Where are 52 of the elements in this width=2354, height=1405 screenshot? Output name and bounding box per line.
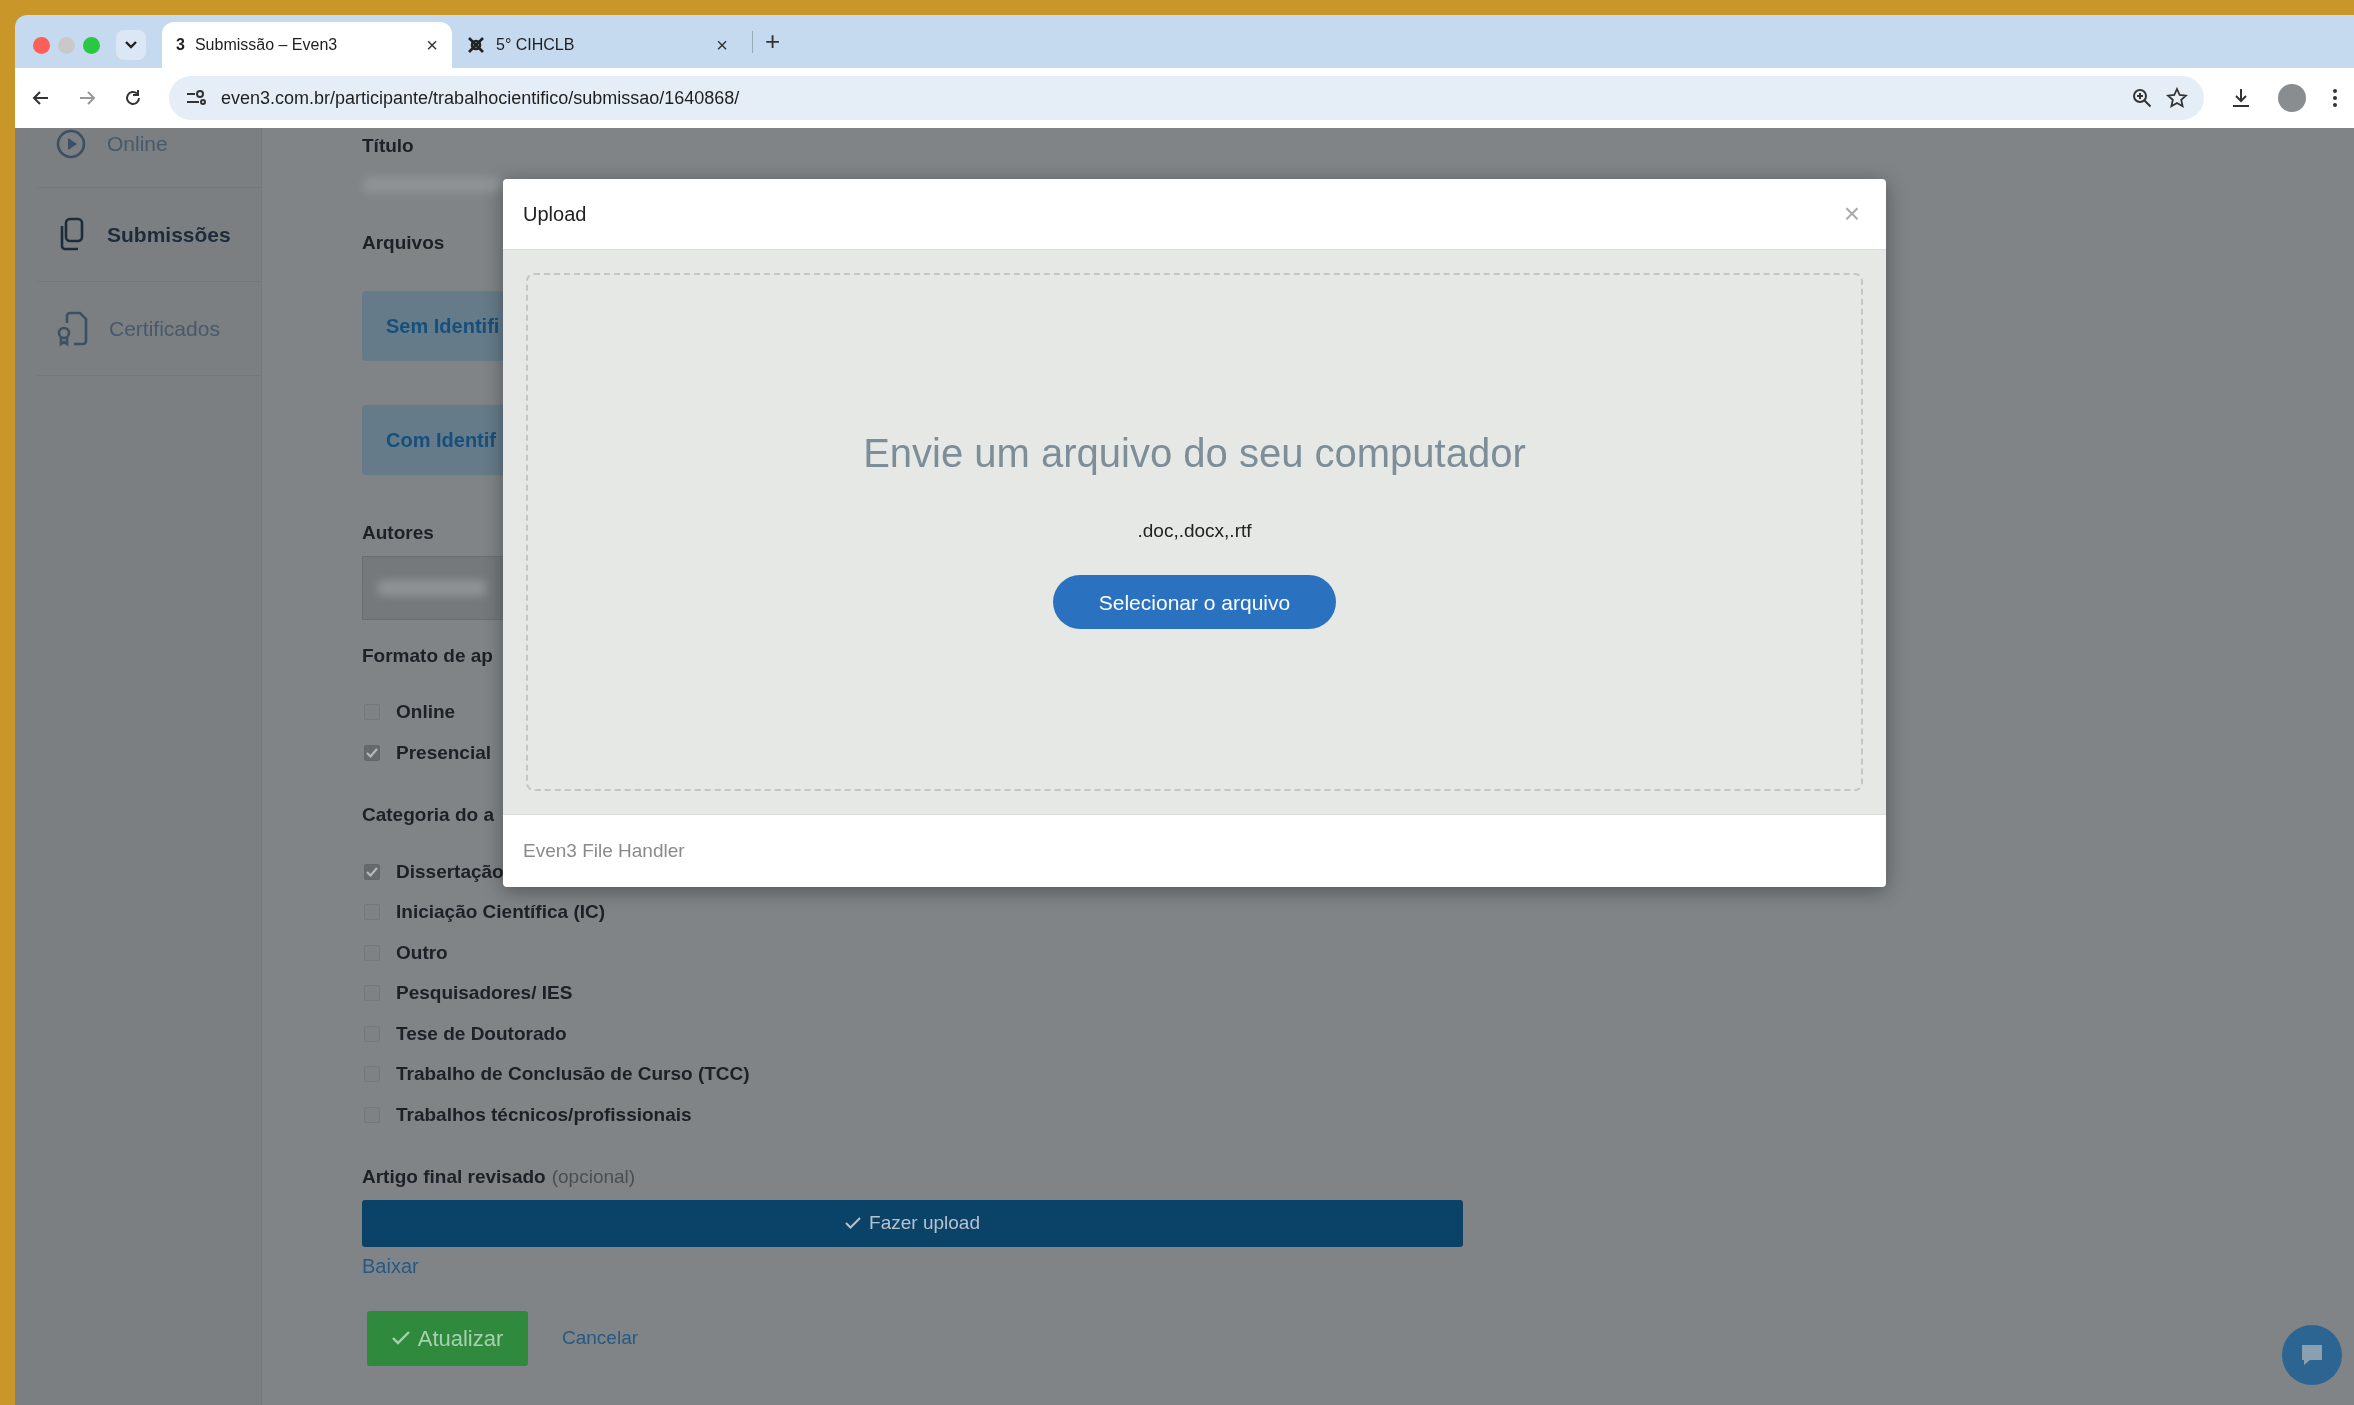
check-icon [391,1331,410,1345]
select-file-button[interactable]: Selecionar o arquivo [1053,575,1336,630]
checkbox-label: Trabalho de Conclusão de Curso (TCC) [396,1062,750,1086]
checkbox[interactable] [364,744,380,761]
chevron-down-icon [124,40,138,50]
file-drop-zone[interactable]: Envie um arquivo do seu computador .doc,.docx,.rtf Selecionar o arquivo [526,273,1863,791]
checkbox-label: Iniciação Científica (IC) [396,900,606,924]
site-settings-icon[interactable] [185,89,207,107]
dialog-footer-text: Even3 File Handler [523,838,685,863]
upload-button[interactable]: Fazer upload [362,1199,1463,1247]
tab-close-button[interactable]: × [426,35,438,55]
field-label: Autores [362,521,434,545]
certificate-icon [55,310,89,347]
checkbox[interactable] [364,863,380,880]
tab-favicon: 3 [176,35,185,55]
address-bar-url[interactable]: even3.com.br/participante/trabalhocientifico/submissao/1640868/ [221,84,740,112]
chat-button[interactable] [2282,1325,2342,1385]
more-menu-icon[interactable] [2332,87,2338,109]
update-button[interactable]: Atualizar [367,1310,528,1366]
tab-search-button[interactable] [116,30,146,60]
checkbox-label: Tese de Doutorado [396,1021,567,1046]
new-tab-button[interactable]: + [765,22,781,61]
close-window-button[interactable] [33,36,50,54]
tab-title: 5° CIHCLB [496,35,576,55]
checkbox-label: Pesquisadores/ IES [396,981,573,1005]
checkbox-label: Presencial [396,740,492,765]
crossed-logo-icon [466,35,486,55]
field-label: Formato de ap [362,643,493,668]
check-icon [845,1217,862,1229]
field-label: Arquivos [362,230,445,255]
drop-zone-heading: Envie um arquivo do seu computador [863,429,1526,477]
dialog-title: Upload [523,202,587,227]
zoom-window-button[interactable] [83,36,100,54]
browser-tab[interactable]: 5° CIHCLB × [452,22,742,68]
sidebar-item[interactable]: Submissões [37,188,261,282]
profile-avatar[interactable] [2278,84,2306,112]
checkbox-label: Online [396,700,456,724]
browser-tab[interactable]: 3 Submissão – Even3 × [162,22,452,68]
field-label: Título [362,134,414,158]
field-label: Categoria do a [362,803,494,827]
checkbox-label: Trabalhos técnicos/profissionais [396,1102,692,1127]
allowed-extensions: .doc,.docx,.rtf [1137,518,1252,543]
tab-close-button[interactable]: × [716,35,728,55]
checkbox-label: Dissertação [396,859,504,884]
authors-field[interactable] [362,555,504,620]
download-icon[interactable] [2230,87,2252,109]
checkbox-label: Outro [396,940,448,965]
bookmark-star-icon[interactable] [2166,87,2188,109]
reload-icon[interactable] [123,88,143,108]
zoom-in-icon[interactable] [2132,88,2152,108]
tab-title: Submissão – Even3 [194,35,339,55]
play-circle-icon [55,128,87,160]
